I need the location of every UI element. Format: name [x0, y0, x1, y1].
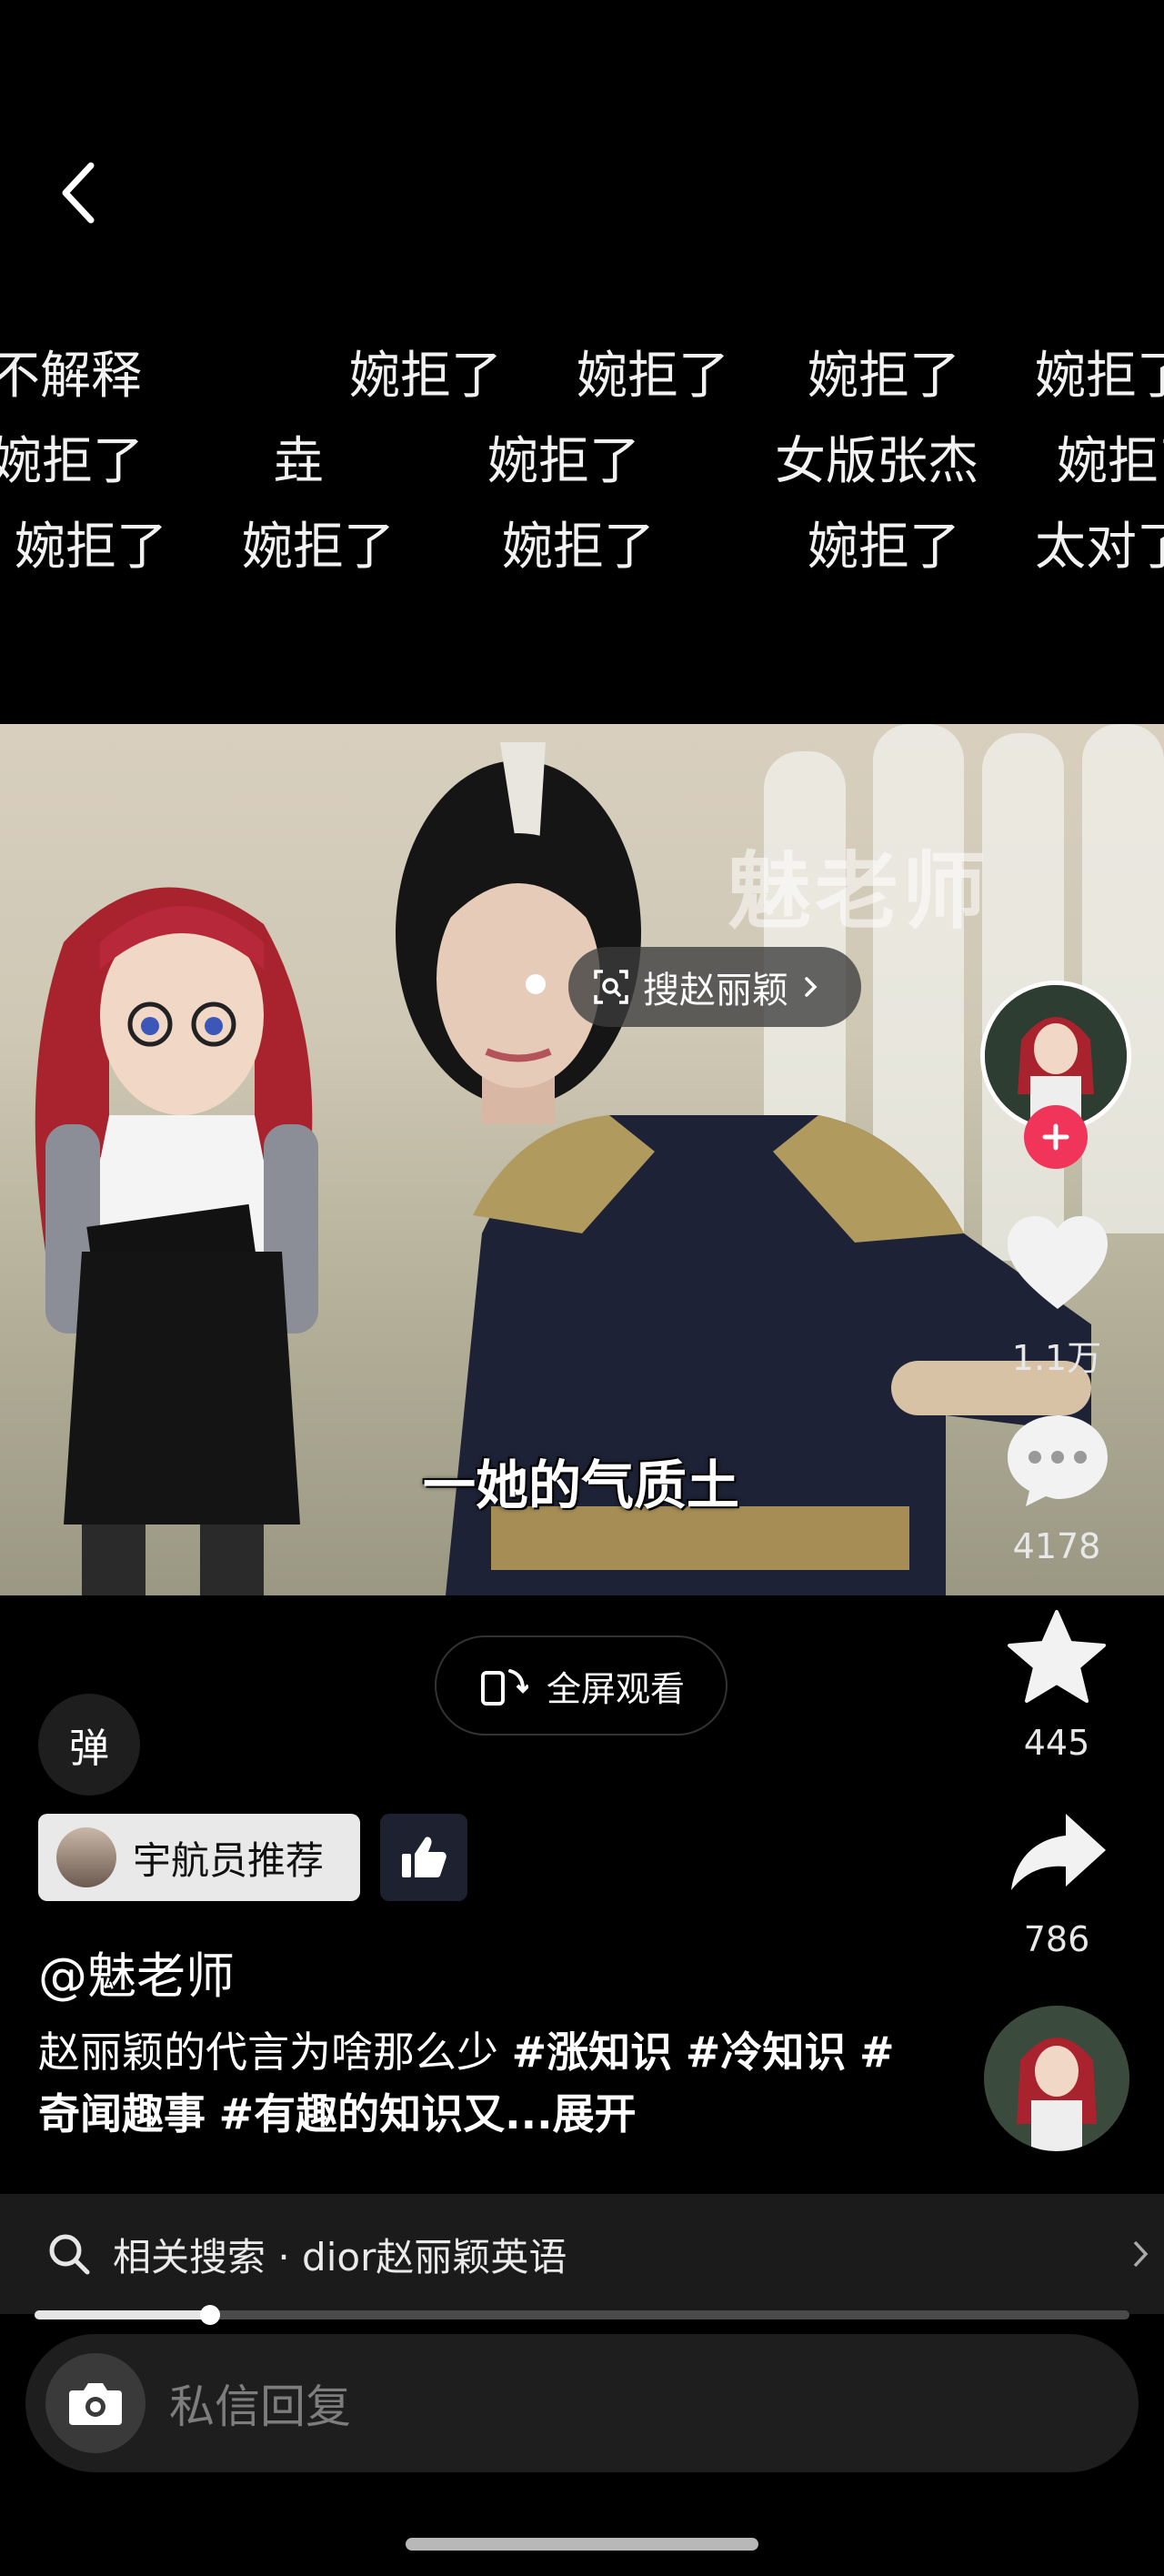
- share-button[interactable]: [1008, 1810, 1109, 1894]
- follow-button[interactable]: [1024, 1105, 1088, 1169]
- recommend-badge[interactable]: 宇航员推荐: [38, 1814, 360, 1901]
- heart-icon: [1008, 1216, 1108, 1309]
- related-search-bar[interactable]: 相关搜索 · dior赵丽颖英语: [0, 2194, 1164, 2314]
- search-chip[interactable]: 搜赵丽颖: [568, 947, 861, 1027]
- danmaku-item: 婉拒了: [15, 518, 167, 577]
- reply-bar[interactable]: 私信回复: [25, 2334, 1139, 2472]
- video-subtitle: 一她的气质土: [423, 1454, 740, 1516]
- danmaku-row: 婉拒了 婉拒了 婉拒了 婉拒了 太对了: [0, 506, 1164, 577]
- chevron-left-icon: [62, 162, 95, 224]
- hashtag[interactable]: #涨知识: [512, 2028, 673, 2077]
- author-name[interactable]: @魅老师: [38, 1936, 235, 2007]
- like-button[interactable]: [1004, 1214, 1111, 1313]
- back-button[interactable]: [55, 156, 109, 229]
- danmaku-item: 婉拒了: [0, 432, 144, 491]
- hashtag[interactable]: #冷知识: [686, 2028, 847, 2077]
- favorite-count: 445: [1023, 1723, 1090, 1763]
- danmaku-item: 婉拒了: [808, 518, 960, 577]
- favorite-button[interactable]: [1006, 1608, 1108, 1706]
- comment-button[interactable]: [1004, 1412, 1111, 1510]
- anime-avatar-figure: [35, 887, 318, 1595]
- progress-knob[interactable]: [199, 2305, 220, 2325]
- star-icon: [1008, 1610, 1106, 1703]
- description-text: 赵丽颖的代言为啥那么少: [38, 2028, 498, 2077]
- camera-icon: [69, 2383, 122, 2425]
- post-description: 赵丽颖的代言为啥那么少 #涨知识 #冷知识 #奇闻趣事 #有趣的知识又...展开: [38, 2021, 929, 2145]
- danmaku-item: 垚: [273, 432, 324, 491]
- danmaku-row: 不解释 婉拒了 婉拒了 婉拒了 婉拒了: [0, 335, 1164, 406]
- recommender-avatar: [56, 1827, 116, 1887]
- danmaku-item: 女版张杰: [775, 432, 978, 491]
- danmaku-item: 婉拒了: [502, 518, 655, 577]
- related-search-label: 相关搜索 · dior赵丽颖英语: [113, 2234, 567, 2279]
- fullscreen-label: 全屏观看: [546, 1668, 685, 1709]
- thumbs-up-icon: [402, 1836, 447, 1877]
- music-disc[interactable]: [984, 2006, 1129, 2151]
- hashtag[interactable]: #有趣的知识又...: [219, 2089, 553, 2138]
- danmaku-toggle[interactable]: 弹: [38, 1694, 140, 1796]
- video-tag-dot[interactable]: [526, 974, 546, 994]
- danmaku-item: 不解释: [0, 347, 142, 406]
- danmaku-item: 婉拒了: [487, 432, 640, 491]
- search-icon: [49, 2234, 90, 2275]
- danmaku-row: 婉拒了 垚 婉拒了 女版张杰 婉拒了: [0, 420, 1164, 491]
- recommend-label: 宇航员推荐: [133, 1837, 325, 1883]
- camera-button[interactable]: [45, 2353, 146, 2453]
- recommend-button[interactable]: [380, 1814, 467, 1901]
- home-indicator: [406, 2538, 758, 2551]
- search-chip-label: 搜赵丽颖: [643, 970, 788, 1011]
- danmaku-item: 婉拒了: [577, 347, 729, 406]
- music-disc-image: [984, 2006, 1129, 2151]
- danmaku-item: 婉拒了: [1035, 347, 1164, 406]
- chevron-right-icon: [805, 977, 818, 997]
- video-watermark: 魅老师: [728, 843, 990, 941]
- plus-icon: [1042, 1123, 1069, 1151]
- progress-fill: [35, 2310, 210, 2319]
- danmaku-item: 婉拒了: [1057, 432, 1164, 491]
- danmaku-toggle-label: 弹: [69, 1726, 109, 1772]
- danmaku-item: 婉拒了: [808, 347, 960, 406]
- comment-count: 4178: [1012, 1526, 1101, 1566]
- fullscreen-button[interactable]: 全屏观看: [435, 1635, 728, 1736]
- like-count: 1.1万: [1011, 1338, 1102, 1378]
- share-arrow-icon: [1011, 1814, 1106, 1890]
- comment-bubble-icon: [1008, 1415, 1108, 1506]
- share-count: 786: [1023, 1919, 1090, 1959]
- danmaku-item: 太对了: [1035, 518, 1164, 577]
- danmaku-item: 婉拒了: [349, 347, 502, 406]
- rotate-screen-icon: [480, 1669, 528, 1706]
- video-player[interactable]: 魅老师 搜赵丽颖 一她的气质土: [0, 724, 1164, 1595]
- danmaku-item: 婉拒了: [242, 518, 395, 577]
- background-figure: [1082, 724, 1164, 1233]
- chevron-right-icon: [1133, 2240, 1149, 2268]
- reply-input[interactable]: 私信回复: [169, 2370, 351, 2436]
- expand-link[interactable]: 展开: [553, 2089, 637, 2138]
- scan-search-icon: [594, 970, 628, 1004]
